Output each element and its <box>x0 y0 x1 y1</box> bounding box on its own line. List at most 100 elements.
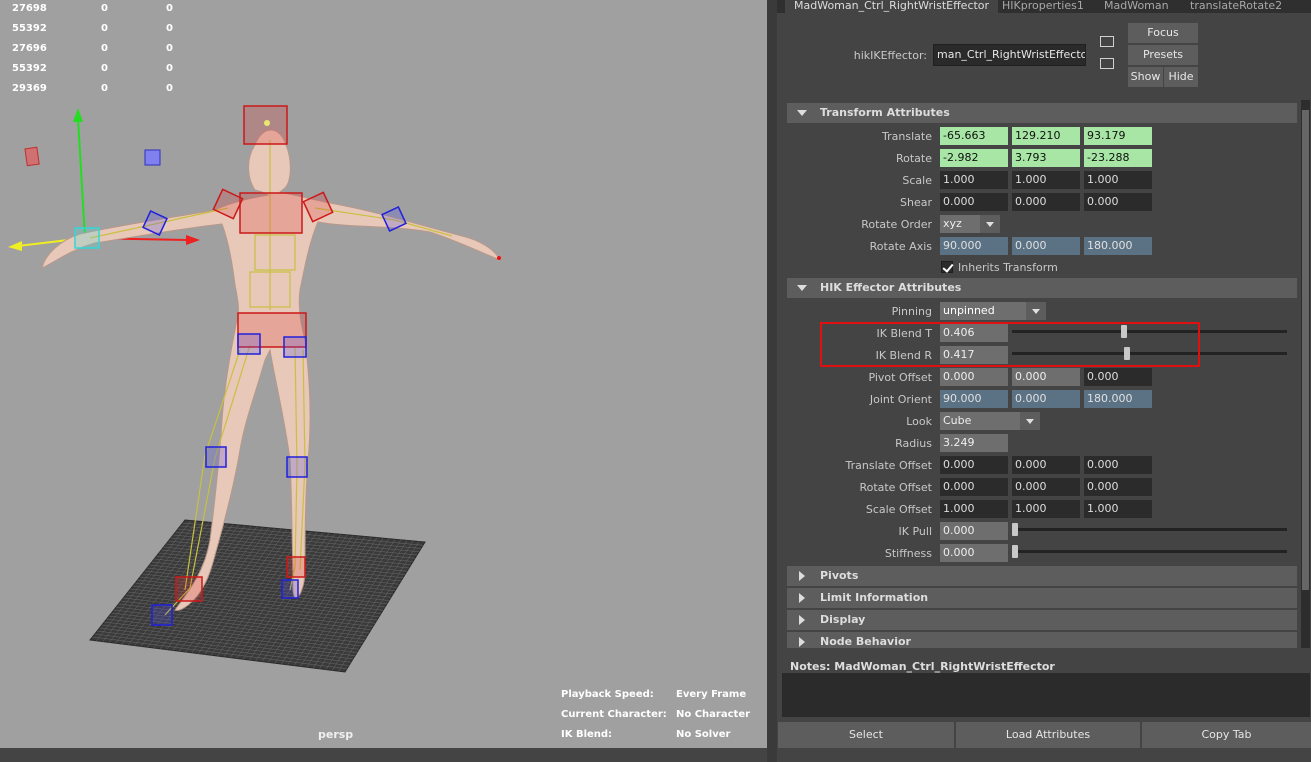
tab-madwoman[interactable]: MadWoman <box>1095 0 1178 13</box>
tab-effector[interactable]: MadWoman_Ctrl_RightWristEffector <box>785 0 999 13</box>
rotate-order-dropdown[interactable]: xyz <box>940 215 980 233</box>
pivot-offset-y-field[interactable]: 0.000 <box>1012 368 1080 386</box>
rotate-y-field[interactable]: 3.793 <box>1012 149 1080 167</box>
translate-z-field[interactable]: 93.179 <box>1084 127 1152 145</box>
expand-arrow-icon <box>797 110 807 116</box>
hide-button[interactable]: Hide <box>1164 67 1198 87</box>
ik-pull-slider[interactable] <box>1012 528 1287 531</box>
translate-label: Translate <box>882 130 932 143</box>
notes-textarea[interactable] <box>782 673 1310 717</box>
section-title: Node Behavior <box>820 635 911 648</box>
translate-offset-y-field[interactable]: 0.000 <box>1012 456 1080 474</box>
viewport-scene <box>8 105 502 673</box>
tab-hikproperties[interactable]: HIKproperties1 <box>993 0 1093 13</box>
rotate-axis-label: Rotate Axis <box>869 240 932 253</box>
translate-x-field[interactable]: -65.663 <box>940 127 1008 145</box>
attribute-editor: MadWoman_Ctrl_RightWristEffector HIKprop… <box>777 0 1311 762</box>
translate-y-field[interactable]: 129.210 <box>1012 127 1080 145</box>
notes-node-name: MadWoman_Ctrl_RightWristEffector <box>834 660 1055 673</box>
node-behavior-section-header[interactable]: Node Behavior <box>787 632 1297 648</box>
pivot-offset-x-field[interactable]: 0.000 <box>940 368 1008 386</box>
scale-y-field[interactable]: 1.000 <box>1012 171 1080 189</box>
hand-pivot <box>497 256 501 260</box>
joint-orient-x-field[interactable]: 90.000 <box>940 390 1008 408</box>
rotate-offset-y-field[interactable]: 0.000 <box>1012 478 1080 496</box>
rotate-z-field[interactable]: -23.288 <box>1084 149 1152 167</box>
highlight-box <box>820 322 1200 367</box>
rotate-axis-z-field[interactable]: 180.000 <box>1084 237 1152 255</box>
pivots-section-header[interactable]: Pivots <box>787 566 1297 586</box>
stiffness-field[interactable]: 0.000 <box>940 544 1008 562</box>
copy-tab-button[interactable]: Copy Tab <box>1142 722 1311 748</box>
scale-x-field[interactable]: 1.000 <box>940 171 1008 189</box>
scale-offset-x-field[interactable]: 1.000 <box>940 500 1008 518</box>
select-output-icon[interactable] <box>1100 58 1114 69</box>
pinning-dropdown[interactable]: unpinned <box>940 302 1026 320</box>
joint-orient-y-field[interactable]: 0.000 <box>1012 390 1080 408</box>
scale-offset-z-field[interactable]: 1.000 <box>1084 500 1152 518</box>
shear-y-field[interactable]: 0.000 <box>1012 193 1080 211</box>
scrollbar-thumb[interactable] <box>1302 110 1309 590</box>
inherits-transform-label: Inherits Transform <box>958 261 1058 274</box>
look-dropdown[interactable]: Cube <box>940 412 1020 430</box>
selected-wrist-effector[interactable] <box>74 227 100 249</box>
node-type-label: hikIKEffector: <box>853 49 927 62</box>
ik-blend-value: No Solver <box>676 729 731 740</box>
rotate-axis-x-field[interactable]: 90.000 <box>940 237 1008 255</box>
ik-pull-field[interactable]: 0.000 <box>940 522 1008 540</box>
radius-field[interactable]: 3.249 <box>940 434 1008 452</box>
scale-z-field[interactable]: 1.000 <box>1084 171 1152 189</box>
playback-speed-label: Playback Speed: <box>561 689 654 700</box>
show-button[interactable]: Show <box>1128 67 1163 87</box>
scrollbar[interactable] <box>1301 100 1310 648</box>
pivot-offset-label: Pivot Offset <box>868 371 932 384</box>
perspective-viewport[interactable]: 27698 0 0 55392 0 0 27696 0 0 55392 0 0 29369 0 0 … <box>0 0 767 748</box>
joint-orient-z-field[interactable]: 180.000 <box>1084 390 1152 408</box>
notes-label: Notes: <box>790 660 831 673</box>
focus-button[interactable]: Focus <box>1128 23 1198 43</box>
chevron-down-icon[interactable] <box>1026 302 1046 320</box>
stiffness-slider[interactable] <box>1012 550 1287 553</box>
rotate-x-field[interactable]: -2.982 <box>940 149 1008 167</box>
rotate-axis-y-field[interactable]: 0.000 <box>1012 237 1080 255</box>
shear-z-field[interactable]: 0.000 <box>1084 193 1152 211</box>
section-title: Pivots <box>820 569 859 582</box>
inherits-transform-checkbox[interactable] <box>941 261 953 273</box>
stiffness-label: Stiffness <box>884 547 932 560</box>
head-pivot <box>264 120 270 126</box>
translate-offset-x-field[interactable]: 0.000 <box>940 456 1008 474</box>
select-button[interactable]: Select <box>778 722 954 748</box>
rotate-offset-z-field[interactable]: 0.000 <box>1084 478 1152 496</box>
load-attributes-button[interactable]: Load Attributes <box>956 722 1140 748</box>
section-title: Display <box>820 613 866 626</box>
presets-button[interactable]: Presets <box>1128 45 1198 65</box>
shear-x-field[interactable]: 0.000 <box>940 193 1008 211</box>
pivot-offset-z-field[interactable]: 0.000 <box>1084 368 1152 386</box>
ground-grid <box>89 519 426 673</box>
stiffness-handle[interactable] <box>1012 545 1018 558</box>
section-title: HIK Effector Attributes <box>820 281 962 294</box>
rotate-offset-label: Rotate Offset <box>859 481 932 494</box>
rotate-order-label: Rotate Order <box>861 218 932 231</box>
chevron-down-icon[interactable] <box>980 215 1000 233</box>
tab-translaterotate[interactable]: translateRotate2 <box>1181 0 1291 13</box>
scale-offset-y-field[interactable]: 1.000 <box>1012 500 1080 518</box>
rotate-offset-x-field[interactable]: 0.000 <box>940 478 1008 496</box>
panel-divider[interactable] <box>767 0 777 762</box>
camera-label: persp <box>318 728 354 741</box>
transform-section-header[interactable]: Transform Attributes <box>787 103 1297 123</box>
collapse-arrow-icon <box>799 637 805 647</box>
node-name-input[interactable]: man_Ctrl_RightWristEffector <box>933 44 1086 66</box>
translate-offset-z-field[interactable]: 0.000 <box>1084 456 1152 474</box>
limit-information-section-header[interactable]: Limit Information <box>787 588 1297 608</box>
hik-section-header[interactable]: HIK Effector Attributes <box>787 278 1297 298</box>
display-section-header[interactable]: Display <box>787 610 1297 630</box>
ik-pull-handle[interactable] <box>1012 523 1018 536</box>
expand-arrow-icon <box>797 285 807 291</box>
ik-pull-label: IK Pull <box>898 525 932 538</box>
scale-offset-label: Scale Offset <box>865 503 932 516</box>
radius-label: Radius <box>895 437 932 450</box>
chevron-down-icon[interactable] <box>1020 412 1040 430</box>
collapse-arrow-icon <box>799 593 805 603</box>
select-input-icon[interactable] <box>1100 36 1114 47</box>
